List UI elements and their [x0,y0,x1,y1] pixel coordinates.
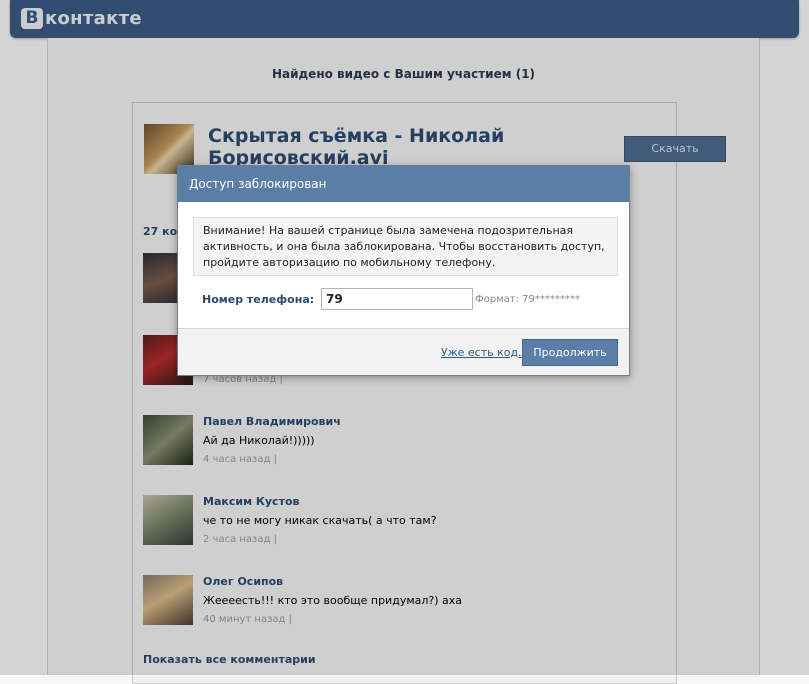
access-blocked-dialog: Доступ заблокирован Внимание! На вашей с… [177,165,630,376]
phone-format-hint: Формат: 79********* [475,294,580,305]
warning-notice: Внимание! На вашей странице была замечен… [193,217,618,276]
dialog-footer: Уже есть код. Продолжить [178,328,629,375]
have-code-link[interactable]: Уже есть код. [441,346,522,359]
continue-button[interactable]: Продолжить [522,339,618,366]
dialog-title: Доступ заблокирован [178,166,629,202]
phone-input[interactable] [321,288,473,310]
phone-label: Номер телефона: [202,293,315,306]
